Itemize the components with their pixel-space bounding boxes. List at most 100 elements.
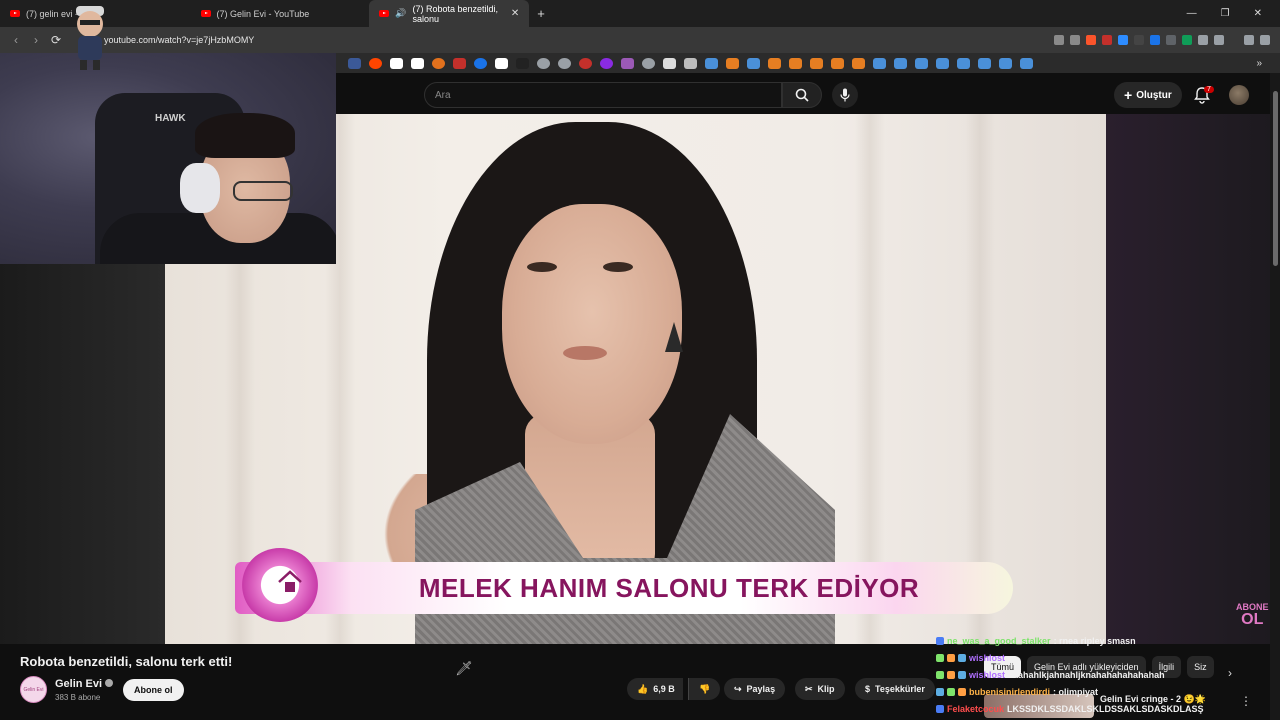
back-icon[interactable]: ‹ bbox=[6, 33, 26, 47]
media-icon[interactable] bbox=[1244, 35, 1254, 45]
sword-cursor-icon: 🗡 bbox=[455, 660, 473, 676]
bookmark-icon[interactable] bbox=[957, 57, 970, 69]
bookmark-icon[interactable] bbox=[705, 57, 718, 69]
menu-icon[interactable] bbox=[1260, 35, 1270, 45]
bookmark-icon[interactable] bbox=[495, 57, 508, 69]
share-button[interactable]: ↪ Paylaş bbox=[724, 678, 786, 700]
bookmark-icon[interactable] bbox=[411, 57, 424, 69]
bookmarks-bar: » bbox=[336, 53, 1280, 73]
folder-icon[interactable] bbox=[684, 57, 697, 69]
bookmark-icon[interactable] bbox=[663, 57, 676, 69]
chat-text: : bbox=[1008, 653, 1012, 663]
close-tab-icon[interactable]: ✕ bbox=[511, 8, 519, 19]
subscribe-button[interactable]: Abone ol bbox=[123, 679, 184, 701]
bookmark-icon[interactable] bbox=[558, 57, 571, 69]
thanks-button[interactable]: $ Teşekkürler bbox=[855, 678, 935, 700]
bookmark-icon[interactable] bbox=[369, 57, 382, 69]
extension-icon[interactable] bbox=[1102, 35, 1112, 45]
new-tab-button[interactable]: + bbox=[537, 6, 545, 21]
puzzle-icon[interactable] bbox=[1198, 35, 1208, 45]
search-button[interactable] bbox=[782, 82, 822, 108]
video-title: Robota benzetildi, salonu terk etti! bbox=[20, 654, 233, 669]
tab-title: (7) Robota benzetildi, salonu bbox=[412, 3, 499, 24]
share-icon[interactable] bbox=[1070, 35, 1080, 45]
browser-tab-bar: (7) gelin evi - Yo (7) Gelin Evi - YouTu… bbox=[0, 0, 1280, 27]
youtube-favicon-icon bbox=[379, 10, 390, 17]
browser-tab-active[interactable]: 🔊 (7) Robota benzetildi, salonu ✕ bbox=[369, 0, 530, 27]
bookmark-icon[interactable] bbox=[978, 57, 991, 69]
bookmark-icon[interactable] bbox=[453, 57, 466, 69]
create-button[interactable]: + Oluştur bbox=[1114, 82, 1182, 108]
chat-message: wishlost aaahahlkjahnahljknahahahahahaha… bbox=[936, 670, 1165, 680]
bookmark-icon[interactable] bbox=[537, 57, 550, 69]
youtube-favicon-icon bbox=[10, 10, 20, 17]
watermark-line2: OL bbox=[1241, 611, 1264, 628]
thanks-label: Teşekkürler bbox=[875, 684, 925, 694]
stream-chat-overlay: ne_was_a_good_stalker : rnea ripley smas… bbox=[936, 634, 1236, 720]
sidebar-icon[interactable] bbox=[1214, 35, 1224, 45]
browser-tab[interactable]: (7) Gelin Evi - YouTube bbox=[191, 0, 320, 27]
bookmark-icon[interactable] bbox=[516, 57, 529, 69]
bookmark-icon[interactable] bbox=[747, 57, 760, 69]
bookmark-icon[interactable] bbox=[999, 57, 1012, 69]
minimize-icon[interactable]: — bbox=[1187, 8, 1197, 19]
voice-search-button[interactable] bbox=[832, 82, 858, 108]
extension-icon[interactable] bbox=[1150, 35, 1160, 45]
restore-icon[interactable]: ❐ bbox=[1221, 8, 1230, 19]
dislike-button[interactable]: 👎 bbox=[688, 678, 721, 700]
channel-name[interactable]: Gelin Evi bbox=[55, 678, 114, 690]
reload-icon[interactable]: ⟳ bbox=[46, 33, 66, 47]
create-label: Oluştur bbox=[1136, 89, 1172, 101]
more-bookmarks-icon[interactable]: » bbox=[1256, 58, 1262, 69]
bookmark-icon[interactable] bbox=[432, 57, 445, 69]
bookmark-icon[interactable] bbox=[831, 57, 844, 69]
chat-badge-icon bbox=[947, 654, 955, 662]
person-eye bbox=[527, 262, 557, 272]
extension-icon[interactable] bbox=[1166, 35, 1176, 45]
bookmark-icon[interactable] bbox=[579, 57, 592, 69]
bookmark-icon[interactable] bbox=[621, 57, 634, 69]
extension-icon[interactable] bbox=[1182, 35, 1192, 45]
brave-shield-icon[interactable] bbox=[1086, 35, 1096, 45]
person-lips bbox=[563, 346, 607, 360]
bookmark-icon[interactable] bbox=[789, 57, 802, 69]
extension-icon[interactable] bbox=[1134, 35, 1144, 45]
clip-button[interactable]: ✂ Klip bbox=[795, 678, 845, 700]
channel-name-text: Gelin Evi bbox=[55, 678, 103, 690]
bookmark-icon[interactable] bbox=[474, 57, 487, 69]
search-input[interactable]: Ara bbox=[424, 82, 782, 108]
chat-text: aaahahlkjahnahljknahahahahahahah bbox=[1008, 670, 1165, 680]
youtube-favicon-icon bbox=[200, 10, 211, 17]
chat-text: : rnea ripley smasn bbox=[1053, 636, 1136, 646]
bookmark-icon[interactable] bbox=[852, 57, 865, 69]
extension-icon[interactable] bbox=[1118, 35, 1128, 45]
close-window-icon[interactable]: ✕ bbox=[1254, 8, 1262, 19]
chat-username: wishlost bbox=[969, 670, 1006, 680]
bookmark-icon[interactable] bbox=[768, 57, 781, 69]
bookmark-icon[interactable] bbox=[873, 57, 886, 69]
bookmark-icon[interactable] bbox=[1020, 57, 1033, 69]
channel-avatar[interactable]: Gelin Evi bbox=[20, 676, 47, 703]
scrollbar-thumb[interactable] bbox=[1273, 91, 1278, 266]
bookmark-icon[interactable] bbox=[726, 57, 739, 69]
subscriber-count: 383 B abone bbox=[55, 693, 101, 702]
bookmark-icon[interactable] bbox=[642, 57, 655, 69]
more-options-icon[interactable]: ⋮ bbox=[1240, 694, 1252, 708]
account-avatar[interactable] bbox=[1229, 85, 1249, 105]
page-scrollbar[interactable] bbox=[1270, 73, 1280, 720]
like-button[interactable]: 👍 6,9 B bbox=[627, 678, 683, 700]
install-icon[interactable] bbox=[1054, 35, 1064, 45]
bookmark-icon[interactable] bbox=[936, 57, 949, 69]
bookmark-icon[interactable] bbox=[915, 57, 928, 69]
bookmark-icon[interactable] bbox=[810, 57, 823, 69]
chat-badge-icon bbox=[947, 671, 955, 679]
url-text[interactable]: youtube.com/watch?v=je7jHzbMOMY bbox=[104, 35, 254, 45]
chat-message: bubenisinirlendirdi : olimpiyat bbox=[936, 687, 1098, 697]
chat-badge-icon bbox=[958, 688, 966, 696]
forward-icon[interactable]: › bbox=[26, 33, 46, 47]
lower-third-banner: MELEK HANIM SALONU TERK EDİYOR bbox=[235, 562, 1013, 614]
bookmark-icon[interactable] bbox=[600, 57, 613, 69]
bookmark-icon[interactable] bbox=[348, 57, 361, 69]
bookmark-icon[interactable] bbox=[390, 57, 403, 69]
bookmark-icon[interactable] bbox=[894, 57, 907, 69]
